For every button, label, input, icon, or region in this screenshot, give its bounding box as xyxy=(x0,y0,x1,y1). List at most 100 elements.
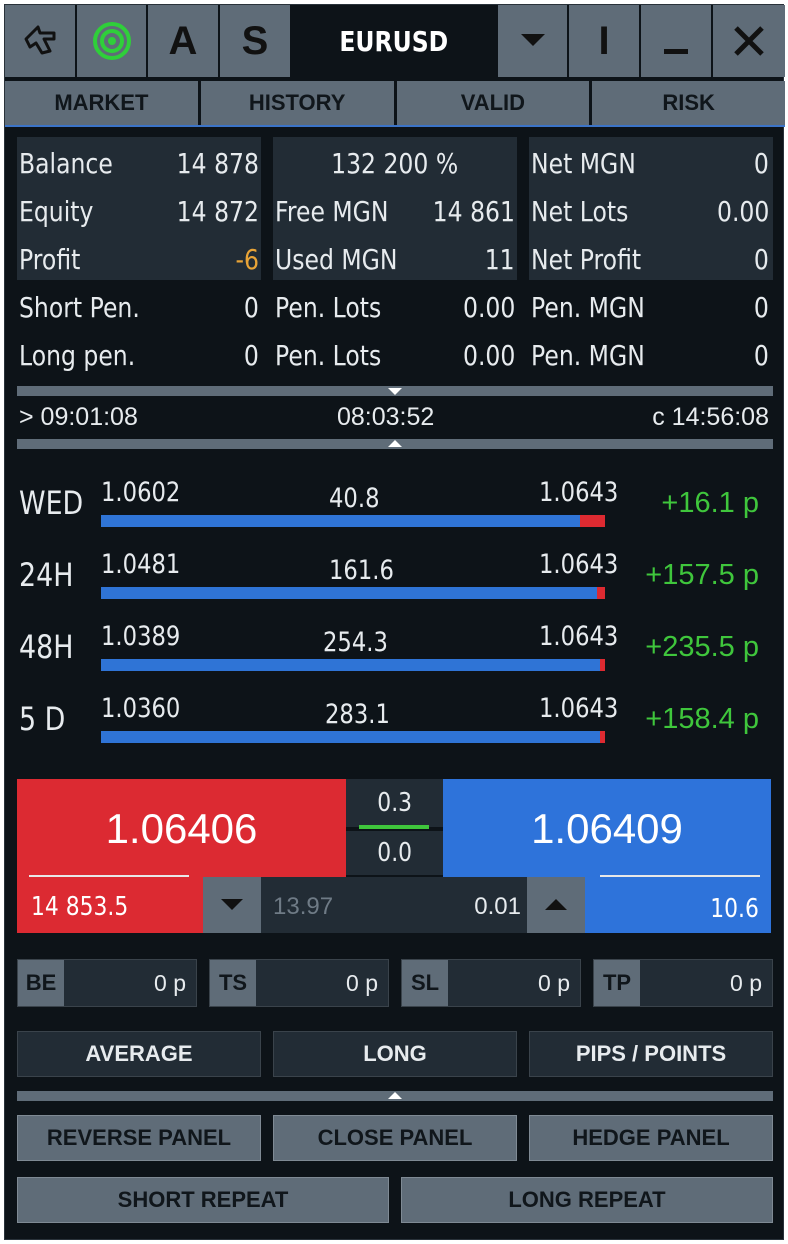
lot-increase-button[interactable] xyxy=(527,877,585,933)
spread-indicator xyxy=(359,825,429,829)
lot-input[interactable]: 13.97 0.01 xyxy=(261,877,527,933)
range-position-marker xyxy=(600,659,605,671)
range-bar xyxy=(101,587,605,599)
panels-slider[interactable] xyxy=(17,1091,773,1101)
margin-level-value: 132 200 % xyxy=(331,146,459,180)
symbol-dropdown-button[interactable] xyxy=(498,5,569,77)
net-lots-row: Net Lots 0.00 xyxy=(531,189,769,233)
pen-lots-label: Pen. Lots xyxy=(275,338,382,372)
range-label: WED xyxy=(19,484,84,522)
lot-size: 0.01 xyxy=(474,893,521,920)
minimize-button[interactable] xyxy=(641,5,713,77)
short-pen-value: 0 xyxy=(244,290,259,324)
symbol-title[interactable]: EURUSD xyxy=(292,5,498,77)
free-mgn-row: Free MGN 14 861 xyxy=(275,189,515,233)
tab-history[interactable]: HISTORY xyxy=(200,81,394,125)
range-label: 48H xyxy=(19,628,74,666)
net-mgn-label: Net MGN xyxy=(531,146,636,180)
pips-points-button[interactable]: PIPS / POINTS xyxy=(529,1031,773,1077)
range-high: 1.0643 xyxy=(539,477,619,508)
hand-cursor-icon xyxy=(24,25,56,55)
pen-lots-short-value: 0.00 xyxy=(462,290,515,324)
lot-decrease-button[interactable] xyxy=(203,877,261,933)
net-lots-value: 0.00 xyxy=(716,194,769,228)
be-field[interactable]: BE 0 p xyxy=(17,959,197,1007)
range-low: 1.0389 xyxy=(101,621,181,652)
equity-value: 14 872 xyxy=(176,194,259,228)
buy-price: 1.06409 xyxy=(531,805,683,852)
net-profit-label: Net Profit xyxy=(531,242,642,276)
reverse-panel-button[interactable]: REVERSE PANEL xyxy=(17,1115,261,1161)
cursor-hand-button[interactable] xyxy=(5,5,77,77)
collapse-arrow-icon xyxy=(388,388,402,395)
time-center: 08:03:52 xyxy=(337,403,435,431)
free-mgn-value: 14 861 xyxy=(432,194,515,228)
tp-field[interactable]: TP 0 p xyxy=(593,959,773,1007)
tab-valid[interactable]: VALID xyxy=(396,81,590,125)
equity-label: Equity xyxy=(19,194,94,228)
ts-field[interactable]: TS 0 p xyxy=(209,959,389,1007)
sl-field[interactable]: SL 0 p xyxy=(401,959,581,1007)
range-low: 1.0360 xyxy=(101,693,181,724)
long-pen-value: 0 xyxy=(244,338,259,372)
used-mgn-label: Used MGN xyxy=(275,242,398,276)
hedge-panel-button[interactable]: HEDGE PANEL xyxy=(529,1115,773,1161)
profit-label: Profit xyxy=(19,242,81,276)
range-bar xyxy=(101,515,605,527)
range-pips: +157.5 p xyxy=(645,559,759,591)
pen-lots-short-row: Pen. Lots 0.00 xyxy=(275,285,515,329)
range-bar xyxy=(101,659,605,671)
time-left: > 09:01:08 xyxy=(19,403,138,431)
long-pen-row: Long pen. 0 xyxy=(19,333,259,377)
sl-value: 0 p xyxy=(538,970,570,996)
pen-mgn-long-row: Pen. MGN 0 xyxy=(531,333,769,377)
balance-row: Balance 14 878 xyxy=(19,141,259,185)
chevron-down-icon xyxy=(221,899,243,910)
range-label: 5 D xyxy=(19,700,66,738)
profit-row: Profit -6 xyxy=(19,237,259,281)
balance-label: Balance xyxy=(19,146,113,180)
used-mgn-value: 11 xyxy=(485,242,515,276)
info-button[interactable]: I xyxy=(569,5,641,77)
range-low: 1.0481 xyxy=(101,549,181,580)
target-button[interactable] xyxy=(77,5,148,77)
a-button[interactable]: A xyxy=(148,5,220,77)
short-repeat-button[interactable]: SHORT REPEAT xyxy=(17,1177,389,1223)
pen-mgn-short-row: Pen. MGN 0 xyxy=(531,285,769,329)
range-pips: +16.1 p xyxy=(661,487,759,519)
be-value: 0 p xyxy=(154,970,186,996)
range-position-marker xyxy=(600,731,605,743)
ts-value: 0 p xyxy=(346,970,378,996)
ts-tag: TS xyxy=(210,960,256,1006)
average-button[interactable]: AVERAGE xyxy=(17,1031,261,1077)
buy-value: 10.6 xyxy=(710,894,759,924)
range-high: 1.0643 xyxy=(539,693,619,724)
trading-panel: A S EURUSD I MARKET HISTORY VALID RISK B… xyxy=(4,4,785,1240)
used-mgn-row: Used MGN 11 xyxy=(275,237,515,281)
expand-arrow-icon xyxy=(388,1092,402,1099)
net-profit-row: Net Profit 0 xyxy=(531,237,769,281)
tab-risk[interactable]: RISK xyxy=(592,81,785,125)
long-button[interactable]: LONG xyxy=(273,1031,517,1077)
range-pips: +235.5 p xyxy=(645,631,759,663)
margin-level-row: 132 200 % xyxy=(275,141,515,185)
long-repeat-button[interactable]: LONG REPEAT xyxy=(401,1177,773,1223)
expand-ranges-slider[interactable] xyxy=(17,439,773,449)
s-button[interactable]: S xyxy=(220,5,292,77)
range-pips-width: 40.8 xyxy=(329,483,380,514)
range-label: 24H xyxy=(19,556,74,594)
buy-value-box[interactable]: 10.6 xyxy=(586,877,771,933)
sl-tag: SL xyxy=(402,960,448,1006)
tab-market[interactable]: MARKET xyxy=(5,81,198,125)
chevron-down-icon xyxy=(520,34,545,46)
lot-money: 13.97 xyxy=(273,893,334,920)
collapse-stats-slider[interactable] xyxy=(17,386,773,396)
close-button[interactable] xyxy=(713,5,785,77)
sell-divider xyxy=(29,875,189,877)
close-panel-button[interactable]: CLOSE PANEL xyxy=(273,1115,517,1161)
tp-value: 0 p xyxy=(730,970,762,996)
pen-lots-label: Pen. Lots xyxy=(275,290,382,324)
pen-mgn-long-value: 0 xyxy=(754,338,769,372)
chevron-up-icon xyxy=(545,899,567,910)
expand-arrow-icon xyxy=(388,440,402,447)
